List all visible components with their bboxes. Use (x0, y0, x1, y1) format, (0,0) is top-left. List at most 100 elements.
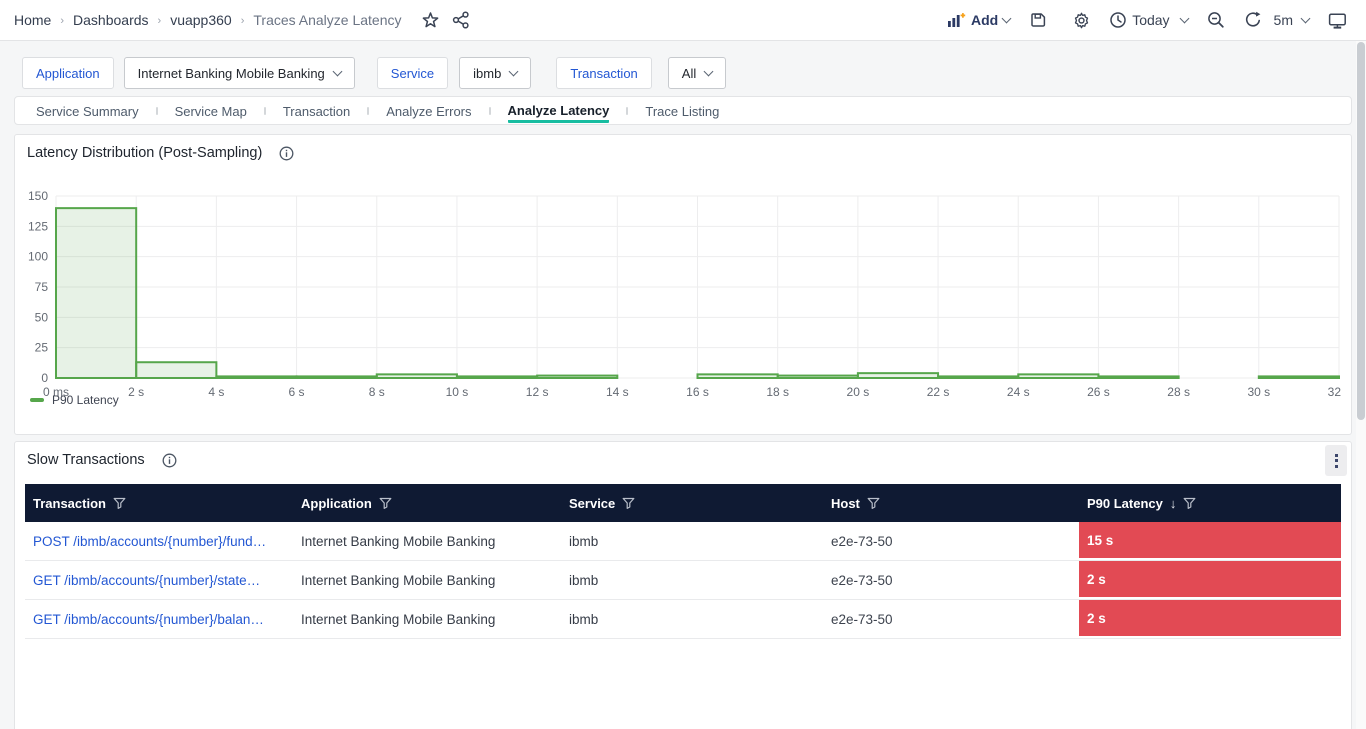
tab-service-map[interactable]: Service Map (175, 100, 247, 121)
legend-swatch-green (30, 398, 44, 402)
table-row: POST /ibmb/accounts/{number}/fund… Inter… (25, 522, 1341, 561)
histogram-bar (136, 362, 216, 378)
x-axis-tick-label: 14 s (606, 385, 629, 399)
breadcrumb-dashboards[interactable]: Dashboards (73, 12, 149, 28)
clock-icon (1109, 11, 1127, 29)
tab-divider (156, 107, 158, 115)
variable-filters-row: Application Internet Banking Mobile Bank… (22, 57, 726, 89)
time-range-label: Today (1132, 12, 1169, 28)
p90-latency-cell: 2 s (1079, 600, 1341, 636)
service-cell: ibmb (561, 522, 823, 560)
chevron-down-icon (509, 66, 519, 76)
tab-service-summary[interactable]: Service Summary (36, 100, 139, 121)
histogram-bar (698, 374, 778, 378)
add-panel-button[interactable]: Add (947, 12, 1010, 28)
chart-legend[interactable]: P90 Latency (30, 393, 119, 407)
scrollbar-thumb[interactable] (1357, 42, 1365, 420)
top-navigation-bar: Home › Dashboards › vuapp360 › Traces An… (0, 0, 1366, 41)
sort-descending-icon[interactable]: ↓ (1170, 496, 1177, 511)
tab-analyze-latency[interactable]: Analyze Latency (508, 99, 610, 123)
service-filter-dropdown[interactable]: ibmb (459, 57, 531, 89)
application-filter-label: Application (22, 57, 114, 89)
application-filter-dropdown[interactable]: Internet Banking Mobile Banking (124, 57, 355, 89)
column-header-p90-latency[interactable]: P90 Latency ↓ (1079, 484, 1341, 522)
favorite-star-icon[interactable] (416, 5, 446, 35)
filter-funnel-icon[interactable] (867, 497, 880, 510)
latency-histogram-chart: 02550751001251500 ms2 s4 s6 s8 s10 s12 s… (27, 186, 1341, 424)
y-axis-tick-label: 150 (28, 189, 48, 203)
info-icon[interactable] (279, 146, 294, 161)
histogram-bar (778, 376, 858, 378)
slow-transactions-title: Slow Transactions (27, 452, 145, 468)
filter-funnel-icon[interactable] (113, 497, 126, 510)
transaction-link[interactable]: POST /ibmb/accounts/{number}/fund… (33, 534, 266, 549)
chevron-down-icon (1301, 13, 1311, 23)
x-axis-tick-label: 16 s (686, 385, 709, 399)
x-axis-tick-label: 30 s (1247, 385, 1270, 399)
column-header-host[interactable]: Host (823, 484, 1079, 522)
application-cell: Internet Banking Mobile Banking (293, 600, 561, 638)
refresh-interval-picker[interactable]: 5m (1244, 11, 1309, 29)
breadcrumb: Home › Dashboards › vuapp360 › Traces An… (14, 12, 402, 28)
application-filter-value: Internet Banking Mobile Banking (138, 66, 325, 81)
breadcrumb-separator-icon: › (158, 15, 162, 27)
tab-divider (264, 107, 266, 115)
trace-view-tabs: Service Summary Service Map Transaction … (14, 96, 1352, 125)
x-axis-tick-label: 26 s (1087, 385, 1110, 399)
slow-transactions-panel: Slow Transactions Transaction Applicatio… (14, 441, 1352, 729)
column-header-application[interactable]: Application (293, 484, 561, 522)
tv-kiosk-mode-icon[interactable] (1322, 5, 1352, 35)
filter-funnel-icon[interactable] (379, 497, 392, 510)
filter-funnel-icon[interactable] (622, 497, 635, 510)
transaction-filter-value: All (682, 66, 696, 81)
breadcrumb-home[interactable]: Home (14, 12, 51, 28)
share-icon[interactable] (446, 5, 476, 35)
chevron-down-icon (704, 66, 714, 76)
x-axis-tick-label: 28 s (1167, 385, 1190, 399)
save-dashboard-icon[interactable] (1023, 5, 1053, 35)
tab-transaction[interactable]: Transaction (283, 100, 350, 121)
transaction-link[interactable]: GET /ibmb/accounts/{number}/balan… (33, 612, 264, 627)
service-cell: ibmb (561, 561, 823, 599)
x-axis-tick-label: 10 s (446, 385, 469, 399)
add-label: Add (971, 12, 998, 28)
filter-funnel-icon[interactable] (1183, 497, 1196, 510)
breadcrumb-folder[interactable]: vuapp360 (170, 12, 232, 28)
application-cell: Internet Banking Mobile Banking (293, 561, 561, 599)
transaction-link[interactable]: GET /ibmb/accounts/{number}/state… (33, 573, 260, 588)
x-axis-tick-label: 4 s (208, 385, 224, 399)
x-axis-tick-label: 20 s (847, 385, 870, 399)
add-chart-icon (947, 12, 966, 28)
legend-series-label: P90 Latency (52, 393, 119, 407)
chevron-down-icon (1002, 13, 1012, 23)
service-filter-label: Service (377, 57, 448, 89)
tab-analyze-errors[interactable]: Analyze Errors (386, 100, 471, 121)
panel-menu-kebab-icon[interactable] (1325, 445, 1347, 476)
histogram-bar (457, 376, 537, 378)
x-axis-tick-label: 18 s (766, 385, 789, 399)
histogram-bar (56, 208, 136, 378)
histogram-bar (938, 376, 1018, 378)
breadcrumb-current-page: Traces Analyze Latency (253, 12, 401, 28)
y-axis-tick-label: 75 (35, 280, 49, 294)
histogram-bar (537, 376, 617, 378)
zoom-out-time-icon[interactable] (1201, 5, 1231, 35)
x-axis-tick-label: 32 s (1328, 385, 1341, 399)
info-icon[interactable] (162, 453, 177, 468)
tab-trace-listing[interactable]: Trace Listing (645, 100, 719, 121)
y-axis-tick-label: 0 (41, 371, 48, 385)
column-header-service[interactable]: Service (561, 484, 823, 522)
x-axis-tick-label: 6 s (289, 385, 305, 399)
histogram-bar (1098, 376, 1178, 378)
y-axis-tick-label: 50 (35, 310, 49, 324)
time-range-picker[interactable]: Today (1109, 11, 1187, 29)
table-header-row: Transaction Application Service Host (25, 484, 1341, 522)
tab-divider (626, 107, 628, 115)
histogram-bar (297, 376, 377, 378)
dashboard-settings-gear-icon[interactable] (1066, 5, 1096, 35)
histogram-bar (1259, 376, 1339, 378)
p90-latency-cell: 15 s (1079, 522, 1341, 558)
chevron-down-icon (1179, 13, 1189, 23)
transaction-filter-dropdown[interactable]: All (668, 57, 726, 89)
column-header-transaction[interactable]: Transaction (25, 484, 293, 522)
